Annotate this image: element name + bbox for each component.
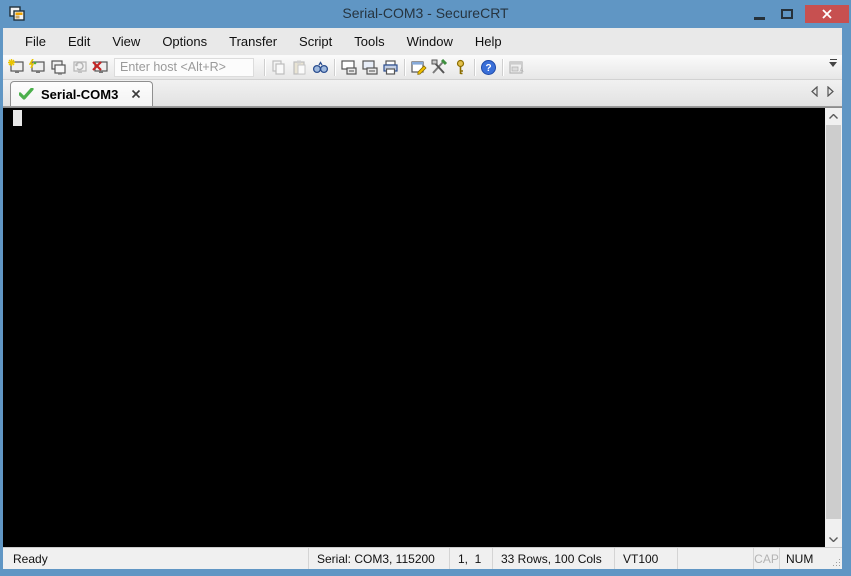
find-button[interactable]: [310, 57, 331, 78]
connect-in-tab-button[interactable]: [48, 57, 69, 78]
window-title: Serial-COM3 - SecureCRT: [342, 5, 509, 21]
scrollbar-thumb[interactable]: [826, 125, 841, 519]
menu-view[interactable]: View: [101, 29, 151, 54]
toolbar-separator: [404, 58, 405, 76]
print-screen-button[interactable]: [338, 57, 359, 78]
session-options-icon: [411, 60, 427, 75]
toolbar-separator: [502, 58, 503, 76]
tab-strip: Serial-COM3: [3, 80, 842, 107]
vertical-scrollbar[interactable]: [825, 107, 842, 547]
auto-print-icon: [361, 59, 378, 75]
window-content: File Edit View Options Transfer Script T…: [3, 28, 842, 569]
svg-text:?: ?: [485, 63, 491, 74]
menu-edit[interactable]: Edit: [57, 29, 101, 54]
help-button[interactable]: ?: [478, 57, 499, 78]
status-caps-lock: CAP: [753, 548, 779, 569]
session-options-button[interactable]: [408, 57, 429, 78]
terminal-cursor: [13, 110, 22, 126]
connect-in-tab-icon: [51, 59, 66, 75]
toolbar: ? A: [3, 55, 842, 80]
menu-bar: File Edit View Options Transfer Script T…: [3, 28, 842, 55]
minimize-icon: [754, 16, 765, 20]
maximize-button[interactable]: [773, 5, 800, 23]
global-options-icon: [431, 58, 448, 74]
maximize-icon: [780, 9, 793, 19]
toolbar-overflow-icon: [829, 59, 837, 60]
disconnect-icon: [92, 60, 108, 73]
global-options-button[interactable]: [429, 57, 450, 78]
menu-options[interactable]: Options: [151, 29, 218, 54]
toolbar-separator: [264, 58, 265, 76]
toolbar-separator: [334, 58, 335, 76]
scroll-down-button[interactable]: [825, 531, 842, 547]
quick-connect-button[interactable]: [6, 57, 27, 78]
disconnect-button[interactable]: [90, 57, 111, 78]
status-spacer: [677, 548, 753, 569]
tab-close-icon[interactable]: [131, 89, 141, 99]
status-terminal-size: 33 Rows, 100 Cols: [492, 548, 614, 569]
quick-connect-icon: [8, 58, 24, 73]
menu-window[interactable]: Window: [396, 29, 464, 54]
terminal-area: [3, 107, 842, 547]
status-num-lock: NUM: [779, 548, 826, 569]
securecrt-window: Serial-COM3 - SecureCRT File Edit View O…: [0, 0, 851, 576]
tab-scroll-right-icon[interactable]: [827, 86, 834, 97]
tab-scroll-arrows: [811, 86, 834, 97]
key-icon: [456, 59, 465, 74]
toolbar-overflow-button[interactable]: [827, 59, 839, 75]
svg-text:A: A: [520, 68, 524, 74]
print-button[interactable]: [380, 57, 401, 78]
help-icon: ?: [481, 59, 496, 75]
status-ready: Ready: [13, 551, 48, 566]
menu-help[interactable]: Help: [464, 29, 513, 54]
print-screen-icon: [340, 59, 357, 75]
terminal-screen[interactable]: [3, 107, 825, 547]
connect-button[interactable]: [27, 57, 48, 78]
status-cursor-position: 1, 1: [449, 548, 492, 569]
title-bar: Serial-COM3 - SecureCRT: [0, 0, 851, 28]
toolbar-separator: [474, 58, 475, 76]
tab-scroll-left-icon[interactable]: [811, 86, 818, 97]
auto-print-button[interactable]: [359, 57, 380, 78]
menu-transfer[interactable]: Transfer: [218, 29, 288, 54]
print-icon: [383, 59, 398, 75]
close-button[interactable]: [805, 5, 849, 23]
connect-bar-button[interactable]: A: [506, 57, 527, 78]
copy-button[interactable]: [268, 57, 289, 78]
tab-label: Serial-COM3: [41, 86, 119, 102]
find-icon: [312, 60, 329, 73]
menu-tools[interactable]: Tools: [343, 29, 395, 54]
status-emulation: VT100: [614, 548, 677, 569]
resize-grip[interactable]: [826, 548, 842, 569]
paste-button[interactable]: [289, 57, 310, 78]
status-serial: Serial: COM3, 115200: [308, 548, 449, 569]
grip-dots-icon: [839, 565, 840, 566]
chevron-up-icon: [829, 113, 838, 119]
close-icon: [822, 9, 832, 19]
connected-check-icon: [19, 88, 34, 100]
reconnect-icon: [73, 60, 87, 73]
scroll-up-button[interactable]: [825, 108, 842, 124]
paste-icon: [293, 60, 306, 75]
copy-icon: [272, 59, 285, 75]
menu-script[interactable]: Script: [288, 29, 343, 54]
chevron-down-icon: [829, 536, 838, 542]
minimize-button[interactable]: [746, 5, 773, 23]
status-bar: Ready Serial: COM3, 115200 1, 1 33 Rows,…: [3, 547, 842, 569]
menu-file[interactable]: File: [14, 29, 57, 54]
window-controls: [746, 5, 849, 23]
tab-serial-com3[interactable]: Serial-COM3: [10, 81, 154, 106]
host-input[interactable]: [114, 57, 254, 77]
connect-bar-icon: A: [509, 60, 524, 74]
reconnect-button[interactable]: [69, 57, 90, 78]
connect-icon: [29, 58, 45, 73]
key-agent-button[interactable]: [450, 57, 471, 78]
chevron-down-icon: [829, 62, 837, 67]
